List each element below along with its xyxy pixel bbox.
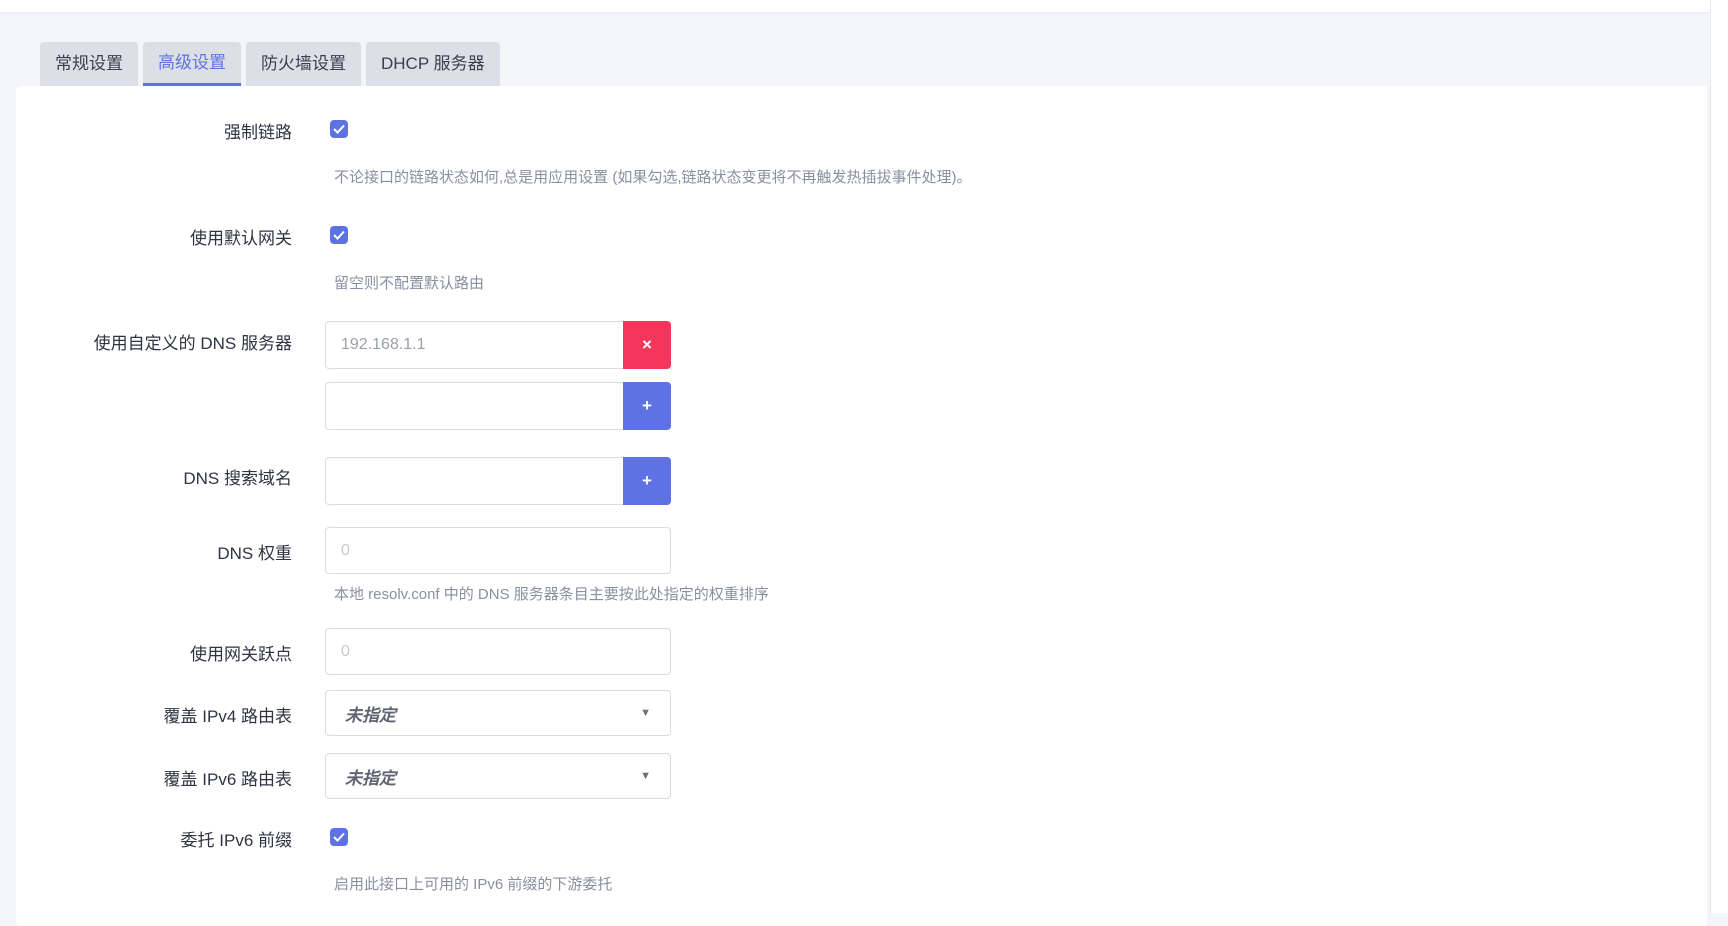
dns-server-row: × — [325, 321, 671, 369]
ipv4-table-value: 未指定 — [345, 705, 396, 725]
ipv6-table-label: 覆盖 IPv6 路由表 — [163, 770, 292, 789]
dns-weight-input[interactable] — [325, 527, 671, 574]
default-gateway-label: 使用默认网关 — [190, 229, 292, 248]
dns-weight-description: 本地 resolv.conf 中的 DNS 服务器条目主要按此处指定的权重排序 — [334, 586, 769, 603]
add-dns-button[interactable]: + — [623, 382, 671, 430]
force-link-label: 强制链路 — [224, 123, 292, 142]
check-icon — [333, 124, 345, 134]
close-icon: × — [642, 335, 652, 354]
dns-server-input[interactable] — [325, 321, 623, 369]
gateway-metric-input[interactable] — [325, 628, 671, 675]
dns-search-input[interactable] — [325, 457, 623, 505]
chevron-down-icon: ▼ — [640, 770, 651, 782]
plus-icon: + — [642, 396, 652, 415]
tab-general[interactable]: 常规设置 — [40, 42, 138, 86]
check-icon — [333, 230, 345, 240]
gateway-metric-label: 使用网关跃点 — [190, 645, 292, 664]
ipv4-table-label: 覆盖 IPv4 路由表 — [163, 707, 292, 726]
dns-search-row: + — [325, 457, 671, 505]
custom-dns-label: 使用自定义的 DNS 服务器 — [93, 334, 292, 353]
remove-dns-button[interactable]: × — [623, 321, 671, 369]
delegate-ipv6-label: 委托 IPv6 前缀 — [180, 831, 292, 850]
delegate-ipv6-description: 启用此接口上可用的 IPv6 前缀的下游委托 — [334, 876, 613, 893]
dns-server-new-input[interactable] — [325, 382, 623, 430]
ipv6-table-select[interactable]: 未指定 ▼ — [325, 753, 671, 799]
tab-dhcp-server[interactable]: DHCP 服务器 — [366, 42, 500, 86]
dns-server-new-row: + — [325, 382, 671, 430]
chevron-down-icon: ▼ — [640, 707, 651, 719]
add-dns-search-button[interactable]: + — [623, 457, 671, 505]
force-link-description: 不论接口的链路状态如何,总是用应用设置 (如果勾选,链路状态变更将不再触发热插拔… — [334, 169, 972, 186]
delegate-ipv6-checkbox[interactable] — [330, 828, 348, 846]
plus-icon: + — [642, 471, 652, 490]
force-link-checkbox[interactable] — [330, 120, 348, 138]
tab-firewall[interactable]: 防火墙设置 — [246, 42, 361, 86]
dns-weight-label: DNS 权重 — [217, 544, 292, 563]
scrollbar[interactable] — [1710, 0, 1728, 913]
tab-bar: 常规设置 高级设置 防火墙设置 DHCP 服务器 — [40, 42, 500, 86]
settings-panel: 强制链路 不论接口的链路状态如何,总是用应用设置 (如果勾选,链路状态变更将不再… — [16, 86, 1707, 926]
ipv6-table-value: 未指定 — [345, 768, 396, 788]
default-gateway-checkbox[interactable] — [330, 226, 348, 244]
ipv4-table-select[interactable]: 未指定 ▼ — [325, 690, 671, 736]
tab-advanced[interactable]: 高级设置 — [143, 42, 241, 86]
top-bar — [0, 0, 1710, 12]
default-gateway-description: 留空则不配置默认路由 — [334, 275, 485, 292]
dns-search-label: DNS 搜索域名 — [183, 469, 292, 488]
check-icon — [333, 832, 345, 842]
